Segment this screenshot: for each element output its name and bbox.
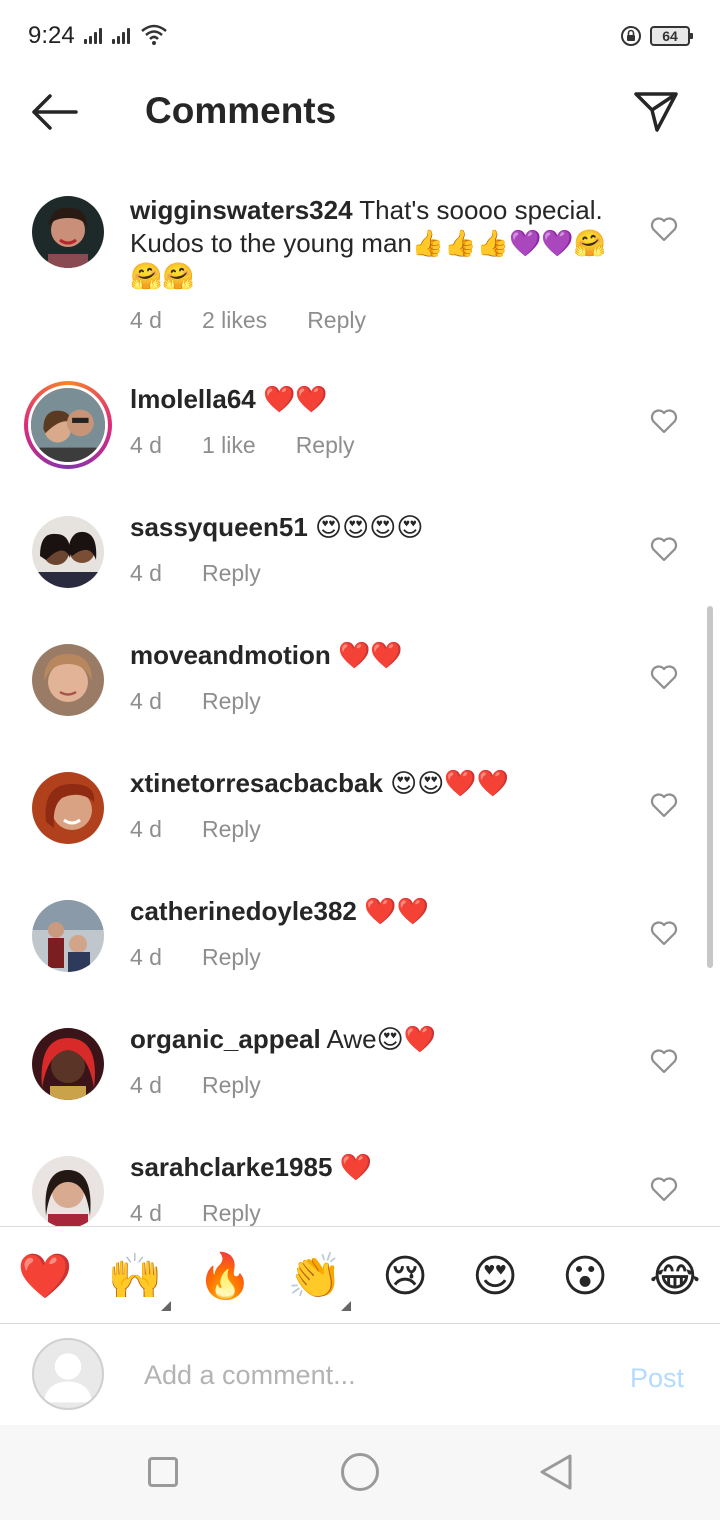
skin-tone-indicator-icon	[341, 1301, 351, 1311]
comment-text: sarahclarke1985 ❤️	[130, 1151, 630, 1184]
reply-button[interactable]: Reply	[202, 944, 261, 971]
heart-outline-icon[interactable]	[650, 536, 678, 562]
comment-age: 4 d	[130, 560, 162, 586]
comment-content: ❤️❤️	[255, 384, 328, 414]
comment-username[interactable]: wigginswaters324	[130, 195, 353, 225]
reply-button[interactable]: Reply	[202, 816, 261, 843]
heart-outline-icon[interactable]	[650, 408, 678, 434]
comment-username[interactable]: xtinetorresacbacbak	[130, 768, 383, 798]
comment-content: ❤️❤️	[356, 896, 429, 926]
heart-outline-icon[interactable]	[650, 1048, 678, 1074]
reply-button[interactable]: Reply	[296, 432, 355, 459]
avatar[interactable]	[32, 196, 104, 268]
back-arrow-icon[interactable]	[30, 90, 80, 134]
comment-text: lmolella64 ❤️❤️	[130, 383, 630, 416]
comment-likes[interactable]: 1 like	[202, 432, 256, 459]
comment-text: wigginswaters324 That's soooo special. K…	[130, 194, 630, 293]
comment-age: 4 d	[130, 688, 162, 714]
reply-button[interactable]: Reply	[202, 1072, 261, 1099]
comment-meta: 4 d Reply	[130, 1072, 261, 1099]
fire-emoji-button[interactable]: 🔥	[197, 1249, 253, 1305]
reply-button[interactable]: Reply	[202, 688, 261, 715]
header: Comments	[0, 72, 720, 156]
skin-tone-indicator-icon	[161, 1301, 171, 1311]
avatar[interactable]	[32, 900, 104, 972]
heart-outline-icon[interactable]	[650, 216, 678, 242]
reply-button[interactable]: Reply	[307, 307, 366, 334]
avatar[interactable]	[32, 1028, 104, 1100]
laughing-emoji-button[interactable]: 😂	[647, 1249, 703, 1305]
comment-username[interactable]: moveandmotion	[130, 640, 331, 670]
signal-icon-2	[112, 28, 130, 44]
comment-username[interactable]: lmolella64	[130, 384, 256, 414]
reply-button[interactable]: Reply	[202, 560, 261, 587]
comment-meta: 4 d Reply	[130, 1200, 261, 1226]
surprised-emoji-button[interactable]: 😮	[557, 1249, 613, 1305]
default-user-icon	[43, 1353, 93, 1403]
comment-username[interactable]: sassyqueen51	[130, 512, 308, 542]
avatar[interactable]	[32, 772, 104, 844]
send-icon[interactable]	[630, 86, 682, 138]
comment-age: 4 d	[130, 432, 162, 458]
comment-likes[interactable]: 2 likes	[202, 307, 267, 334]
comment-text: catherinedoyle382 ❤️❤️	[130, 895, 630, 928]
comment-content: ❤️	[332, 1152, 373, 1182]
clapping-emoji-button[interactable]: 👏	[287, 1249, 343, 1305]
back-triangle-icon[interactable]	[538, 1453, 574, 1491]
avatar[interactable]	[32, 1156, 104, 1226]
avatar[interactable]	[32, 644, 104, 716]
comment-meta: 4 d 1 like Reply	[130, 432, 355, 459]
heart-emoji-button[interactable]: ❤️	[17, 1249, 73, 1305]
battery-icon: 64	[650, 26, 693, 46]
system-nav-bar	[0, 1425, 720, 1520]
comment-meta: 4 d Reply	[130, 944, 261, 971]
heart-outline-icon[interactable]	[650, 920, 678, 946]
comment-text: sassyqueen51 😍😍😍😍	[130, 511, 630, 544]
comment-input[interactable]	[144, 1355, 604, 1395]
scrollbar[interactable]	[707, 606, 713, 968]
heart-outline-icon[interactable]	[650, 1176, 678, 1202]
avatar-story-ring[interactable]	[24, 381, 112, 469]
my-avatar	[32, 1338, 104, 1410]
status-time: 9:24	[28, 22, 75, 49]
comment-content: 😍😍❤️❤️	[382, 768, 510, 798]
avatar[interactable]	[32, 516, 104, 588]
reply-button[interactable]: Reply	[202, 1200, 261, 1226]
comment-text: moveandmotion ❤️❤️	[130, 639, 630, 672]
page-title: Comments	[145, 90, 337, 131]
comment-content: Awe😍❤️	[320, 1024, 437, 1054]
comment-age: 4 d	[130, 1072, 162, 1098]
recents-button[interactable]	[148, 1457, 178, 1487]
comment-username[interactable]: organic_appeal	[130, 1024, 321, 1054]
home-button[interactable]	[341, 1453, 379, 1491]
raising-hands-emoji-button[interactable]: 🙌	[107, 1249, 163, 1305]
comment-meta: 4 d Reply	[130, 816, 261, 843]
comment-meta: 4 d 2 likes Reply	[130, 307, 366, 334]
rotation-lock-icon	[621, 26, 641, 46]
comment-text: xtinetorresacbacbak 😍😍❤️❤️	[130, 767, 630, 800]
comment-text: organic_appeal Awe😍❤️	[130, 1023, 630, 1056]
status-bar: 9:24 64	[0, 0, 720, 72]
comment-age: 4 d	[130, 1200, 162, 1226]
comment-age: 4 d	[130, 307, 162, 333]
heart-eyes-emoji-button[interactable]: 😍	[467, 1249, 523, 1305]
comment-age: 4 d	[130, 944, 162, 970]
comment-age: 4 d	[130, 816, 162, 842]
comment-content: 😍😍😍😍	[307, 512, 424, 542]
post-button[interactable]: Post	[630, 1363, 684, 1394]
signal-icon	[84, 28, 102, 44]
comment-list[interactable]: wigginswaters324 That's soooo special. K…	[0, 170, 720, 1226]
quick-reaction-bar: ❤️ 🙌 🔥 👏 😢 😍 😮 😂	[0, 1226, 720, 1324]
wifi-icon	[141, 24, 167, 45]
comment-meta: 4 d Reply	[130, 688, 261, 715]
comment-composer: Post	[0, 1325, 720, 1425]
comment-content: ❤️❤️	[330, 640, 403, 670]
comment-username[interactable]: catherinedoyle382	[130, 896, 357, 926]
comment-meta: 4 d Reply	[130, 560, 261, 587]
crying-emoji-button[interactable]: 😢	[377, 1249, 433, 1305]
heart-outline-icon[interactable]	[650, 792, 678, 818]
comment-username[interactable]: sarahclarke1985	[130, 1152, 332, 1182]
heart-outline-icon[interactable]	[650, 664, 678, 690]
